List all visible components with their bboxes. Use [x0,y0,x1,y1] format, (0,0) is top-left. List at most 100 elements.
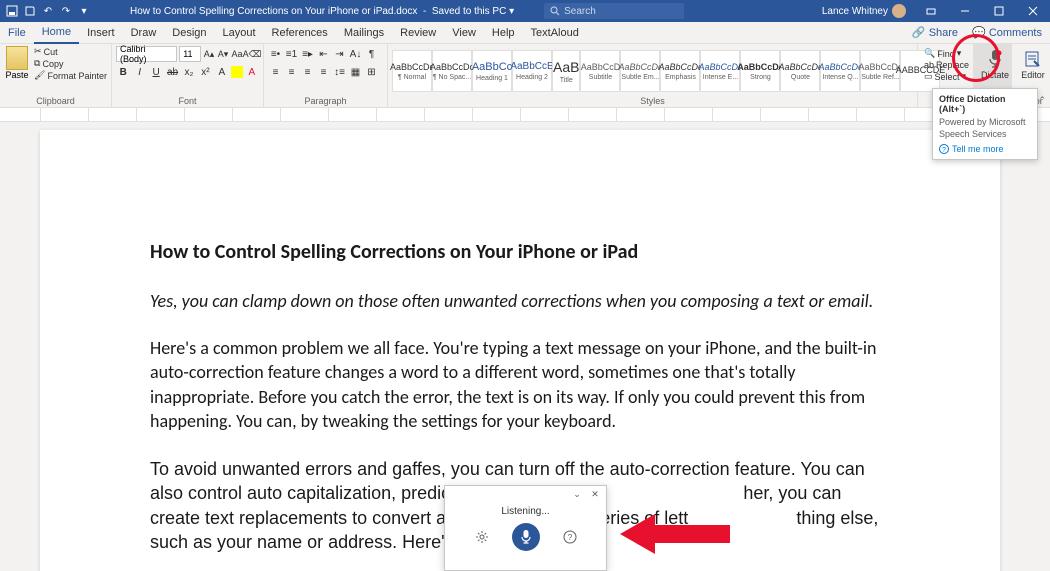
bullets-icon[interactable]: ≡• [268,46,283,62]
format-painter-button[interactable]: 🖌 Format Painter [34,70,107,81]
style-item[interactable]: AaBbCcDcIntense E... [700,50,740,92]
tab-help[interactable]: Help [484,27,523,39]
collapse-ribbon-icon[interactable]: ⌃ [1038,95,1046,106]
dictation-help-icon[interactable]: ? [562,529,578,545]
share-button[interactable]: 🔗 Share [912,26,958,39]
align-right-icon[interactable]: ≡ [300,64,315,80]
style-item[interactable]: AaBbCcDcIntense Q... [820,50,860,92]
style-item[interactable]: AaBbCcEHeading 2 [512,50,552,92]
underline-button[interactable]: U [149,64,163,80]
editor-button[interactable]: Editor [1016,46,1050,80]
tab-view[interactable]: View [444,27,484,39]
avatar [892,4,906,18]
line-spacing-icon[interactable]: ↕≡ [332,64,347,80]
font-name-select[interactable]: Calibri (Body) [116,46,177,62]
font-size-select[interactable]: 11 [179,46,201,62]
shading-icon[interactable]: ▦ [348,64,363,80]
style-item[interactable]: AaBbCcDcStrong [740,50,780,92]
tab-design[interactable]: Design [164,27,214,39]
editor-icon [1023,48,1043,70]
decrease-font-icon[interactable]: A▾ [217,47,229,61]
style-item[interactable]: AaBTitle [552,50,580,92]
tab-draw[interactable]: Draw [123,27,165,39]
search-placeholder: Search [564,6,596,17]
sort-icon[interactable]: A↓ [348,46,363,62]
strike-button[interactable]: ab [165,64,179,80]
tab-mailings[interactable]: Mailings [336,27,392,39]
italic-button[interactable]: I [132,64,146,80]
tab-references[interactable]: References [264,27,336,39]
numbering-icon[interactable]: ≡1 [284,46,299,62]
align-center-icon[interactable]: ≡ [284,64,299,80]
tab-home[interactable]: Home [34,22,79,44]
dictation-toolbar: ⌄ ✕ Listening... ? [444,485,607,571]
group-styles: AaBbCcDc¶ NormalAaBbCcDc¶ No Spac...AaBb… [388,44,918,107]
tab-layout[interactable]: Layout [215,27,264,39]
redo-icon[interactable]: ↷ [60,5,72,17]
justify-icon[interactable]: ≡ [316,64,331,80]
change-case-icon[interactable]: Aa [231,47,243,61]
multilevel-icon[interactable]: ≡▸ [300,46,315,62]
dictation-close-icon[interactable]: ✕ [588,488,602,500]
minimize-icon[interactable] [948,0,982,22]
copy-button[interactable]: ⧉ Copy [34,58,107,69]
save-icon[interactable] [24,5,36,17]
search-box[interactable]: Search [544,3,684,19]
group-clipboard: Paste ✂ Cut ⧉ Copy 🖌 Format Painter Clip… [0,44,112,107]
dictation-collapse-icon[interactable]: ⌄ [570,488,584,500]
clear-format-icon[interactable]: A⌫ [245,47,259,61]
tab-file[interactable]: File [0,27,34,39]
paste-button[interactable]: Paste [4,46,30,96]
document-title: How to Control Spelling Corrections on Y… [130,6,514,17]
select-button[interactable]: ▭ Select ▾ [924,71,967,82]
cut-button[interactable]: ✂ Cut [34,46,107,57]
replace-button[interactable]: ab Replace [924,60,967,70]
bold-button[interactable]: B [116,64,130,80]
tab-review[interactable]: Review [392,27,444,39]
find-button[interactable]: 🔍 Find ▾ [924,48,967,59]
increase-font-icon[interactable]: A▴ [203,47,215,61]
style-item[interactable]: AaBbCcDcSubtle Ref... [860,50,900,92]
font-color-icon[interactable]: A [245,64,259,80]
style-item[interactable]: AaBbCcDSubtitle [580,50,620,92]
maximize-icon[interactable] [982,0,1016,22]
superscript-button[interactable]: x² [198,64,212,80]
paste-icon [6,46,28,70]
style-item[interactable]: AaBbCcDcEmphasis [660,50,700,92]
annotation-arrow [620,509,730,559]
menubar: File Home Insert Draw Design Layout Refe… [0,22,1050,44]
borders-icon[interactable]: ⊞ [364,64,379,80]
style-item[interactable]: AaBbCcDc¶ Normal [392,50,432,92]
dictate-tooltip: Office Dictation (Alt+`) Powered by Micr… [932,88,1038,160]
highlight-icon[interactable] [231,66,243,78]
subscript-button[interactable]: x₂ [182,64,196,80]
tab-insert[interactable]: Insert [79,27,123,39]
align-left-icon[interactable]: ≡ [268,64,283,80]
autosave-icon[interactable] [6,5,18,17]
undo-icon[interactable]: ↶ [42,5,54,17]
qat-icon[interactable]: ▾ [78,5,90,17]
tab-textaloud[interactable]: TextAloud [523,27,587,39]
style-item[interactable]: AaBbCcDcQuote [780,50,820,92]
increase-indent-icon[interactable]: ⇥ [332,46,347,62]
ribbon-display-icon[interactable] [914,0,948,22]
style-item[interactable]: AaBbCcDcSubtle Em... [620,50,660,92]
style-item[interactable]: AaBbCcDc¶ No Spac... [432,50,472,92]
text-effects-icon[interactable]: A [215,64,229,80]
decrease-indent-icon[interactable]: ⇤ [316,46,331,62]
close-icon[interactable] [1016,0,1050,22]
dictation-settings-icon[interactable] [474,529,490,545]
comments-button[interactable]: 💬 Comments [972,26,1042,39]
titlebar: ↶ ↷ ▾ How to Control Spelling Correction… [0,0,1050,22]
ruler[interactable] [0,108,1050,122]
style-item[interactable]: AaBbCcHeading 1 [472,50,512,92]
tell-me-more-link[interactable]: ? Tell me more [939,144,1031,154]
styles-gallery[interactable]: AaBbCcDc¶ NormalAaBbCcDc¶ No Spac...AaBb… [392,46,913,96]
user-account[interactable]: Lance Whitney [814,4,914,18]
dictation-mic-button[interactable] [512,523,540,551]
svg-text:?: ? [567,533,572,542]
group-paragraph: ≡• ≡1 ≡▸ ⇤ ⇥ A↓ ¶ ≡ ≡ ≡ ≡ ↕≡ ▦ ⊞ Paragra… [264,44,388,107]
show-marks-icon[interactable]: ¶ [364,46,379,62]
dictate-button[interactable]: Dictate [978,46,1012,80]
dictation-status: Listening... [445,502,606,523]
